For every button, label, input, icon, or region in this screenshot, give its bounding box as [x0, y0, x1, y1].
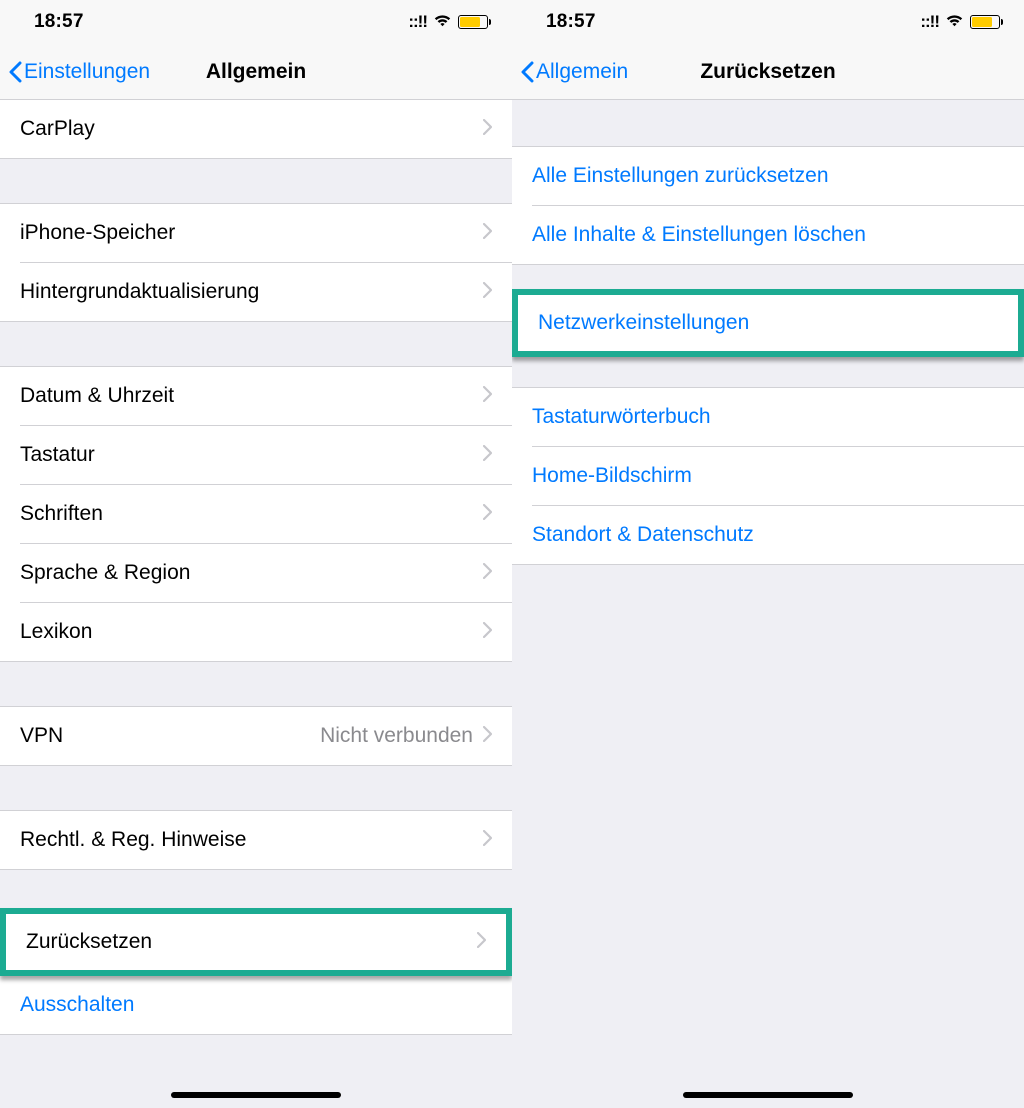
chevron-right-icon: [483, 828, 492, 852]
row-date-time[interactable]: Datum & Uhrzeit: [0, 367, 512, 425]
row-language-region[interactable]: Sprache & Region: [0, 544, 512, 602]
row-reset-all-settings[interactable]: Alle Einstellungen zurücksetzen: [512, 147, 1024, 205]
row-label: VPN: [20, 724, 320, 748]
dual-sim-icon: ::!!: [408, 12, 427, 32]
row-label: Netzwerkeinstellungen: [538, 311, 998, 335]
row-value: Nicht verbunden: [320, 724, 473, 748]
dual-sim-icon: ::!!: [920, 12, 939, 32]
row-keyboard[interactable]: Tastatur: [0, 426, 512, 484]
row-carplay[interactable]: CarPlay: [0, 100, 512, 158]
row-label: Lexikon: [20, 620, 483, 644]
back-label: Einstellungen: [24, 60, 150, 84]
highlight-network: Netzwerkeinstellungen: [512, 289, 1024, 357]
row-label: Schriften: [20, 502, 483, 526]
row-label: Zurücksetzen: [26, 930, 477, 954]
chevron-right-icon: [483, 280, 492, 304]
chevron-right-icon: [483, 221, 492, 245]
chevron-right-icon: [483, 561, 492, 585]
row-home-screen[interactable]: Home-Bildschirm: [512, 447, 1024, 505]
content: Alle Einstellungen zurücksetzen Alle Inh…: [512, 100, 1024, 1108]
row-label: Rechtl. & Reg. Hinweise: [20, 828, 483, 852]
row-label: Tastatur: [20, 443, 483, 467]
row-fonts[interactable]: Schriften: [0, 485, 512, 543]
status-bar: 18:57 ::!!: [512, 0, 1024, 44]
wifi-icon: [945, 13, 964, 32]
home-indicator: [683, 1092, 853, 1098]
chevron-right-icon: [483, 620, 492, 644]
chevron-left-icon: [520, 61, 534, 83]
home-indicator: [171, 1092, 341, 1098]
status-indicators: ::!!: [920, 12, 1000, 32]
chevron-right-icon: [483, 724, 492, 748]
row-label: Tastaturwörterbuch: [532, 405, 1004, 429]
row-location-privacy[interactable]: Standort & Datenschutz: [512, 506, 1024, 564]
chevron-right-icon: [483, 384, 492, 408]
row-label: Ausschalten: [20, 993, 492, 1017]
chevron-right-icon: [477, 930, 486, 954]
row-label: Standort & Datenschutz: [532, 523, 1004, 547]
back-button[interactable]: Einstellungen: [0, 60, 150, 84]
phone-right: 18:57 ::!! Allgemein Zurücksetzen Alle: [512, 0, 1024, 1108]
back-label: Allgemein: [536, 60, 628, 84]
battery-icon: [970, 15, 1000, 29]
chevron-right-icon: [483, 443, 492, 467]
chevron-right-icon: [483, 117, 492, 141]
row-keyboard-dictionary[interactable]: Tastaturwörterbuch: [512, 388, 1024, 446]
chevron-right-icon: [483, 502, 492, 526]
row-vpn[interactable]: VPN Nicht verbunden: [0, 707, 512, 765]
battery-icon: [458, 15, 488, 29]
nav-bar: Einstellungen Allgemein: [0, 44, 512, 100]
status-bar: 18:57 ::!!: [0, 0, 512, 44]
row-label: Alle Einstellungen zurücksetzen: [532, 164, 1004, 188]
row-legal[interactable]: Rechtl. & Reg. Hinweise: [0, 811, 512, 869]
row-background-refresh[interactable]: Hintergrundaktualisierung: [0, 263, 512, 321]
row-iphone-storage[interactable]: iPhone-Speicher: [0, 204, 512, 262]
row-shutdown[interactable]: Ausschalten: [0, 976, 512, 1034]
row-label: Alle Inhalte & Einstellungen löschen: [532, 223, 1004, 247]
highlight-reset: Zurücksetzen: [0, 908, 512, 976]
back-button[interactable]: Allgemein: [512, 60, 628, 84]
status-time: 18:57: [546, 11, 596, 33]
phone-left: 18:57 ::!! Einstellungen Allgemein CarPl…: [0, 0, 512, 1108]
row-label: Sprache & Region: [20, 561, 483, 585]
row-label: Hintergrundaktualisierung: [20, 280, 483, 304]
row-label: iPhone-Speicher: [20, 221, 483, 245]
content: CarPlay iPhone-Speicher Hintergrundaktua…: [0, 100, 512, 1108]
row-erase-all[interactable]: Alle Inhalte & Einstellungen löschen: [512, 206, 1024, 264]
row-reset[interactable]: Zurücksetzen: [6, 914, 506, 970]
row-label: CarPlay: [20, 117, 483, 141]
row-dictionary[interactable]: Lexikon: [0, 603, 512, 661]
status-time: 18:57: [34, 11, 84, 33]
row-label: Datum & Uhrzeit: [20, 384, 483, 408]
row-reset-network[interactable]: Netzwerkeinstellungen: [518, 295, 1018, 351]
chevron-left-icon: [8, 61, 22, 83]
wifi-icon: [433, 13, 452, 32]
status-indicators: ::!!: [408, 12, 488, 32]
row-label: Home-Bildschirm: [532, 464, 1004, 488]
nav-bar: Allgemein Zurücksetzen: [512, 44, 1024, 100]
